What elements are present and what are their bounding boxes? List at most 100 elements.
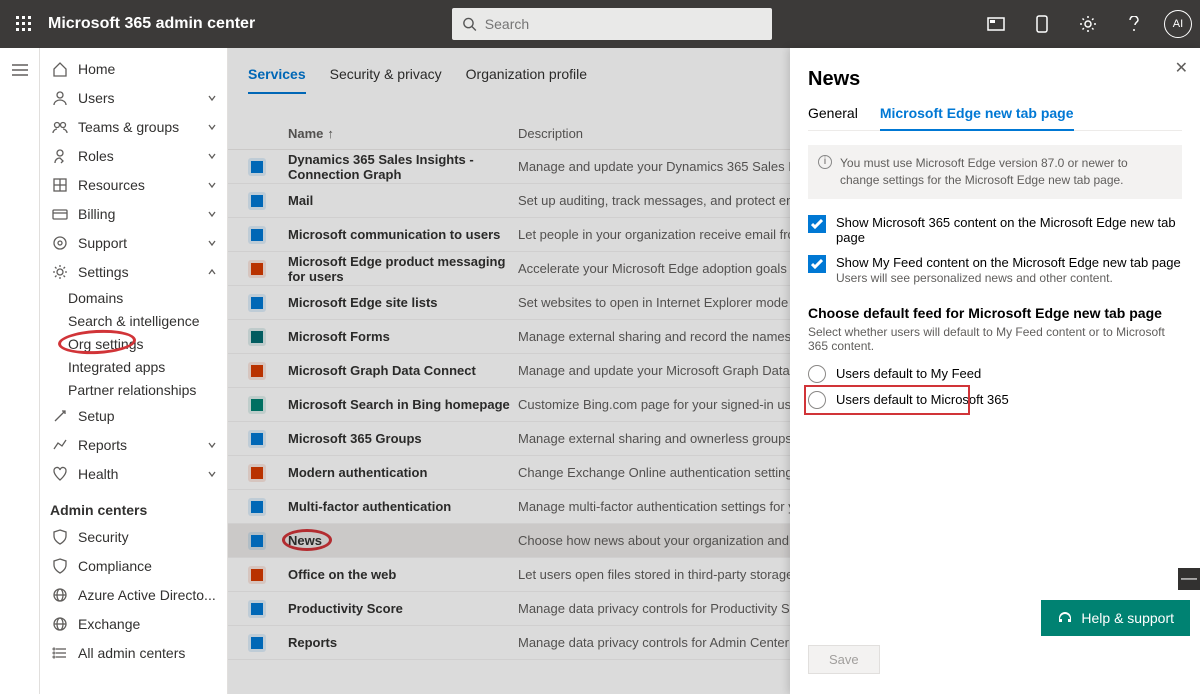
tab-services[interactable]: Services [248, 66, 306, 94]
sidebar-item-users[interactable]: Users [40, 83, 227, 112]
chevron-down-icon [207, 437, 217, 453]
sidebar-sub-domains[interactable]: Domains [40, 286, 227, 309]
flyout-tab-general[interactable]: General [808, 105, 858, 130]
help-support-button[interactable]: Help & support [1041, 600, 1190, 636]
admin-center-all-admin-centers[interactable]: All admin centers [40, 638, 227, 667]
app-icon [248, 498, 266, 516]
roles-icon [50, 148, 70, 164]
row-name: Dynamics 365 Sales Insights - Connection… [288, 152, 518, 182]
chevron-up-icon [207, 264, 217, 280]
app-icon [248, 430, 266, 448]
sidebar-item-label: Resources [78, 177, 145, 193]
sidebar-item-home[interactable]: Home [40, 54, 227, 83]
sidebar-item-roles[interactable]: Roles [40, 141, 227, 170]
shield-icon [50, 558, 70, 574]
minimize-help-icon[interactable]: — [1178, 568, 1200, 590]
radio-icon[interactable] [808, 365, 826, 383]
row-name: Microsoft Graph Data Connect [288, 363, 518, 378]
tab-organization-profile[interactable]: Organization profile [466, 66, 587, 94]
billing-icon [50, 206, 70, 222]
row-name: Microsoft Forms [288, 329, 518, 344]
sidebar-item-label: All admin centers [78, 645, 185, 661]
hamburger-icon[interactable] [4, 54, 36, 86]
info-banner: i You must use Microsoft Edge version 87… [808, 145, 1182, 199]
sidebar-sub-integrated-apps[interactable]: Integrated apps [40, 355, 227, 378]
sidebar-item-setup[interactable]: Setup [40, 401, 227, 430]
row-name: Microsoft Edge site lists [288, 295, 518, 310]
waffle-icon[interactable] [8, 8, 40, 40]
sidebar-item-label: Compliance [78, 558, 152, 574]
close-icon[interactable]: ✕ [1175, 58, 1188, 78]
sidebar-item-label: Reports [78, 437, 127, 453]
admin-center-security[interactable]: Security [40, 522, 227, 551]
checkbox-icon[interactable] [808, 255, 826, 273]
app-header: Microsoft 365 admin center AI [0, 0, 1200, 48]
sidebar-item-support[interactable]: Support [40, 228, 227, 257]
row-name: Modern authentication [288, 465, 518, 480]
chevron-down-icon [207, 119, 217, 135]
save-button[interactable]: Save [808, 645, 880, 674]
app-icon [248, 600, 266, 618]
search-input[interactable] [485, 16, 762, 32]
sidebar-item-label: Teams & groups [78, 119, 179, 135]
col-name[interactable]: Name↑ [288, 126, 518, 141]
flyout-tab-microsoft-edge-new-tab-page[interactable]: Microsoft Edge new tab page [880, 105, 1074, 131]
checkbox-subnote: Users will see personalized news and oth… [836, 271, 1182, 285]
row-name: Microsoft Edge product messaging for use… [288, 254, 518, 284]
admin-center-azure-active-directo-[interactable]: Azure Active Directo... [40, 580, 227, 609]
sidebar-item-billing[interactable]: Billing [40, 199, 227, 228]
checkbox-icon[interactable] [808, 215, 826, 233]
card-icon[interactable] [980, 8, 1012, 40]
sidebar-sub-partner-relationships[interactable]: Partner relationships [40, 378, 227, 401]
checkbox-label: Show Microsoft 365 content on the Micros… [836, 215, 1182, 245]
row-name: Multi-factor authentication [288, 499, 518, 514]
app-icon [248, 634, 266, 652]
app-icon [248, 192, 266, 210]
sort-asc-icon: ↑ [327, 126, 334, 141]
sidebar-item-label: Settings [78, 264, 129, 280]
app-icon [248, 362, 266, 380]
sidebar-item-resources[interactable]: Resources [40, 170, 227, 199]
tab-security-privacy[interactable]: Security & privacy [330, 66, 442, 94]
resources-icon [50, 177, 70, 193]
radio-myfeed[interactable]: Users default to My Feed [808, 365, 1182, 383]
sidebar-item-reports[interactable]: Reports [40, 430, 227, 459]
sidebar-item-teams-groups[interactable]: Teams & groups [40, 112, 227, 141]
mobile-icon[interactable] [1026, 8, 1058, 40]
chevron-down-icon [207, 148, 217, 164]
admin-center-compliance[interactable]: Compliance [40, 551, 227, 580]
row-name: Office on the web [288, 567, 518, 582]
row-name: News [288, 533, 518, 548]
flyout-title: News [808, 68, 1182, 91]
sidebar-sub-search-intelligence[interactable]: Search & intelligence [40, 309, 227, 332]
flyout-tabs: General Microsoft Edge new tab page [808, 105, 1182, 131]
sidebar-item-label: Users [78, 90, 115, 106]
chevron-down-icon [207, 235, 217, 251]
admin-center-exchange[interactable]: Exchange [40, 609, 227, 638]
globe-icon [50, 616, 70, 632]
sidebar-item-label: Partner relationships [68, 382, 196, 398]
sidebar-item-health[interactable]: Health [40, 459, 227, 488]
search-box[interactable] [452, 8, 772, 40]
gutter [0, 48, 40, 694]
app-icon [248, 328, 266, 346]
search-icon [462, 16, 477, 32]
app-icon [248, 532, 266, 550]
chevron-down-icon [207, 177, 217, 193]
sidebar: Home Users Teams & groups Roles Resources Bil… [40, 48, 228, 694]
radio-icon[interactable] [808, 391, 826, 409]
sidebar-item-settings[interactable]: Settings [40, 257, 227, 286]
home-icon [50, 61, 70, 77]
settings-icon[interactable] [1072, 8, 1104, 40]
sidebar-item-label: Exchange [78, 616, 140, 632]
checkbox-show-365[interactable]: Show Microsoft 365 content on the Micros… [808, 215, 1182, 245]
avatar[interactable]: AI [1164, 10, 1192, 38]
radio-m365[interactable]: Users default to Microsoft 365 [808, 391, 1182, 409]
sidebar-item-label: Azure Active Directo... [78, 587, 216, 603]
help-icon[interactable] [1118, 8, 1150, 40]
app-icon [248, 566, 266, 584]
reports-icon [50, 437, 70, 453]
shield-icon [50, 529, 70, 545]
header-actions: AI [980, 8, 1192, 40]
sidebar-sub-org-settings[interactable]: Org settings [40, 332, 227, 355]
